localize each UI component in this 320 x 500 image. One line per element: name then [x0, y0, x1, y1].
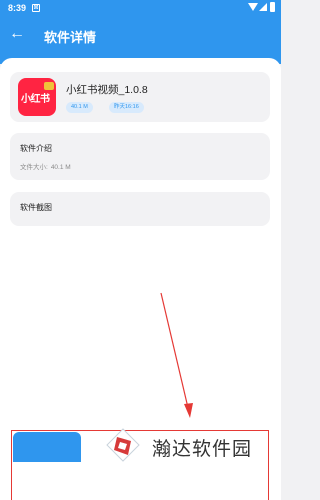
watermark: 瀚达软件园 [98, 426, 270, 468]
wifi-icon [248, 3, 258, 11]
notification-icon: ⊠ [32, 4, 40, 12]
watermark-text: 瀚达软件园 [152, 438, 253, 460]
app-info-card: 小红书 小红书视频_1.0.8 40.1 M 昨天16:16 [10, 72, 270, 122]
file-size-label: 文件大小: [20, 164, 48, 171]
app-logo-icon: 小红书 [18, 78, 56, 116]
file-size-line: 文件大小: 40.1 M [20, 161, 71, 171]
battery-icon [270, 2, 275, 12]
logo-badge [44, 82, 54, 90]
date-badge: 昨天16:16 [109, 102, 144, 113]
status-time: 8:39 [8, 3, 27, 13]
page-title: 软件详情 [44, 30, 97, 45]
download-button[interactable] [13, 432, 81, 462]
intro-card: 软件介绍 文件大小: 40.1 M [10, 133, 270, 180]
intro-title: 软件介绍 [20, 144, 52, 153]
signal-icon [259, 3, 267, 11]
screenshots-title: 软件截图 [20, 203, 52, 212]
back-arrow-icon[interactable]: ← [8, 25, 26, 43]
screenshots-card[interactable]: 软件截图 [10, 192, 270, 226]
app-logo-text: 小红书 [21, 94, 50, 105]
app-name: 小红书视频_1.0.8 [66, 84, 148, 96]
status-bar: 8:39 ⊠ [0, 0, 281, 18]
file-size-value: 40.1 M [50, 164, 71, 171]
size-badge: 40.1 M [66, 102, 93, 113]
watermark-logo-icon [106, 428, 140, 462]
